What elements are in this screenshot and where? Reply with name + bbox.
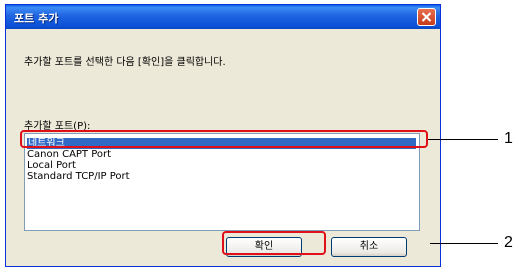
port-list-item-standard-tcpip[interactable]: Standard TCP/IP Port [27, 171, 130, 182]
close-button[interactable] [417, 8, 436, 26]
close-icon [421, 12, 432, 22]
title-bar[interactable]: 포트 추가 [6, 5, 440, 29]
callout-highlight-2 [222, 231, 326, 255]
cancel-button[interactable]: 취소 [331, 237, 407, 257]
port-list-item-canon-capt[interactable]: Canon CAPT Port [27, 149, 111, 160]
port-list-item-local[interactable]: Local Port [27, 160, 76, 171]
instruction-text: 추가할 포트를 선택한 다음 [확인]을 클릭합니다. [24, 57, 226, 68]
callout-number-1: 1 [504, 130, 513, 147]
callout-leader-1 [428, 139, 498, 140]
callout-number-2: 2 [504, 234, 513, 251]
callout-highlight-1 [20, 130, 428, 148]
callout-leader-2 [430, 243, 498, 244]
dialog-title: 포트 추가 [14, 12, 59, 25]
